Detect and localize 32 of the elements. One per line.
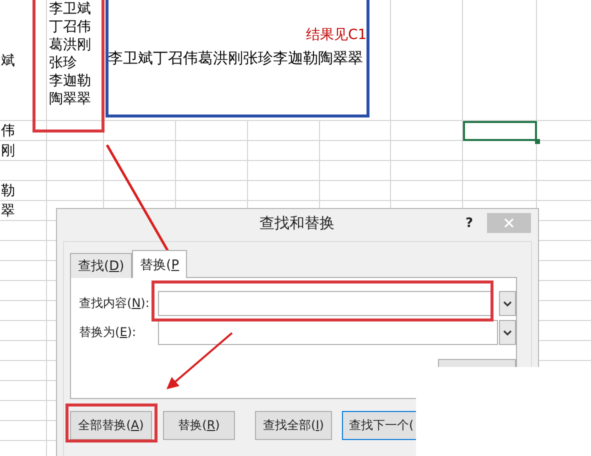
chevron-down-icon (503, 300, 512, 306)
chevron-down-icon (503, 330, 512, 336)
cell-text: 斌 (1, 54, 15, 68)
arrow (166, 332, 233, 390)
field-label: 查找内容(N): (79, 295, 150, 312)
dialog-button[interactable]: 替换(R) (163, 411, 235, 440)
field-label: 替换为(E): (79, 324, 138, 341)
input-field[interactable] (158, 291, 492, 316)
dialog-button[interactable]: 全部替换(A) (70, 411, 152, 440)
cell-text: 葛洪刚 (49, 36, 91, 54)
cell-text: 李卫斌 (49, 0, 91, 18)
sheet-cell[interactable] (463, 121, 537, 141)
dropdown-button[interactable] (499, 291, 516, 316)
help-button[interactable]: ? (465, 216, 473, 230)
cell-text: 李卫斌丁召伟葛洪刚张珍李迦勒陶翠翠 (108, 51, 363, 66)
cell-text: 勒 (1, 184, 15, 198)
tab[interactable]: 替换(P (132, 250, 188, 278)
note-text: 结果见C1 (306, 26, 367, 44)
dialog-title: 查找和替换 (258, 214, 336, 232)
cell-text: 丁召伟 (49, 18, 91, 36)
dialog-button[interactable]: 查找全部(I) (255, 411, 332, 440)
cell-text: 翠 (1, 204, 15, 218)
cell-text: 李迦勒 (49, 72, 91, 90)
dropdown-button[interactable] (499, 320, 516, 345)
cell-text: 伟 (1, 124, 15, 138)
cell-text: 陶翠翠 (49, 90, 91, 108)
cell-text: 张珍 (49, 54, 78, 72)
tab[interactable]: 查找(D) (70, 253, 132, 278)
input-field[interactable] (158, 320, 498, 345)
close-icon (504, 218, 514, 228)
dialog-button[interactable]: 查找下一个( (342, 411, 416, 440)
cell-text: 刚 (1, 144, 15, 158)
